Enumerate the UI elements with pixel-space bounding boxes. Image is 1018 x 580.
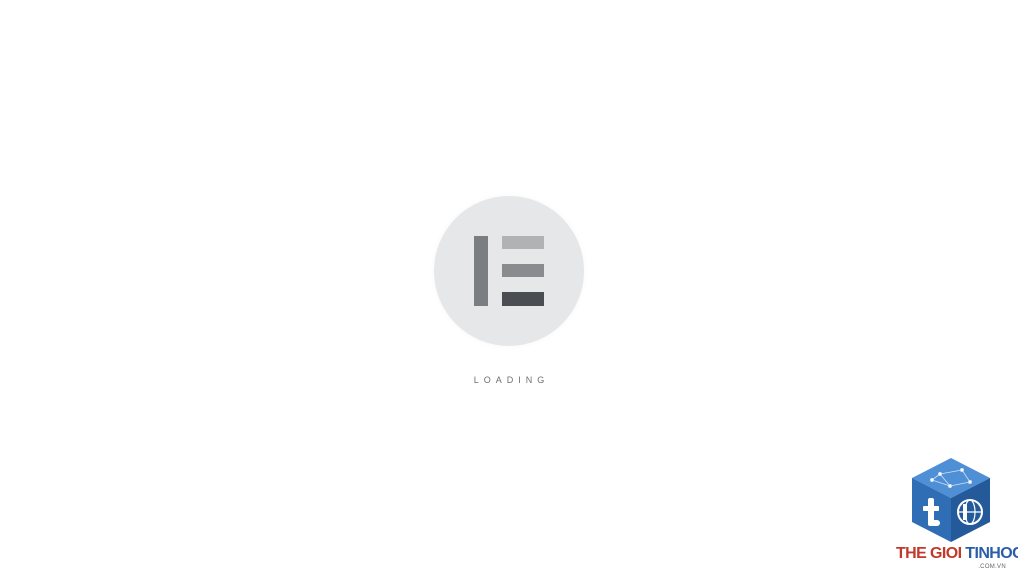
watermark-title-part2: TINHOC [965, 545, 1018, 562]
loading-screen: LOADING THE GIOI TINHOC .COM.VN [0, 0, 1018, 580]
logo-bar-middle [502, 264, 544, 277]
logo-bar-bottom [502, 292, 544, 306]
watermark-title-part1: THE GIOI [896, 545, 962, 562]
elementor-logo-icon [434, 196, 584, 346]
logo-bar-top [502, 236, 544, 249]
logo-bar-vertical [474, 236, 488, 306]
cube-logo-icon [912, 458, 990, 542]
watermark-title: THE GIOI TINHOC [896, 545, 1018, 562]
loading-label: LOADING [473, 375, 550, 385]
site-watermark: THE GIOI TINHOC .COM.VN [896, 456, 1018, 576]
watermark-subtitle: .COM.VN [978, 564, 1006, 570]
